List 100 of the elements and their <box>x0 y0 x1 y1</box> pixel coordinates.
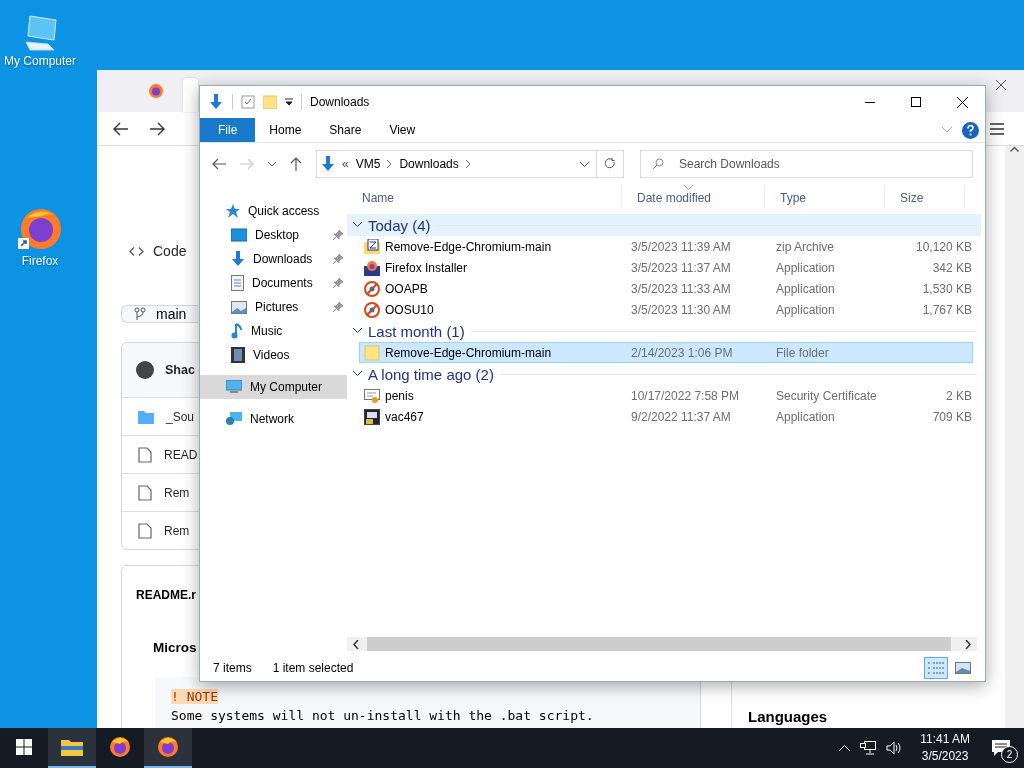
dropdown-icon[interactable] <box>285 98 293 106</box>
refresh-icon <box>604 158 616 170</box>
nav-item[interactable]: Documents <box>200 271 347 295</box>
file-name: vac467 <box>385 409 424 424</box>
ribbon-tab[interactable]: Home <box>255 118 316 142</box>
thumbnail-image-icon <box>955 662 971 674</box>
desktop-icon <box>231 228 247 242</box>
network-icon[interactable] <box>860 741 877 755</box>
date-cell-text: 3/5/2023 11:39 AM <box>630 239 732 254</box>
nav-item[interactable]: Quick access <box>200 199 347 223</box>
scroll-left-icon[interactable] <box>353 639 359 649</box>
file-row[interactable]: Remove-Edge-Chromium-main 2/14/2023 1:06 PM File folder <box>359 342 973 363</box>
up-icon[interactable] <box>290 157 302 171</box>
file-row[interactable]: OOSU10 3/5/2023 11:30 AM Application 1,767 KB <box>359 299 973 320</box>
breadcrumb[interactable]: Downloads <box>399 157 459 171</box>
group-header[interactable]: A long time ago (2) <box>347 363 981 385</box>
speaker-icon[interactable] <box>886 741 903 755</box>
pin-icon[interactable] <box>333 278 343 288</box>
scroll-up-icon[interactable] <box>1010 146 1019 152</box>
collapse-chevron-icon <box>353 371 362 377</box>
download-arrow-icon[interactable] <box>208 94 224 110</box>
nav-item[interactable]: Desktop <box>200 223 347 247</box>
taskbar-app-button[interactable] <box>48 728 96 768</box>
file-icon <box>138 446 152 463</box>
type-cell-text: Application <box>775 281 836 296</box>
collapse-chevron-icon <box>353 328 362 334</box>
nav-item[interactable]: Pictures <box>200 295 347 319</box>
clock[interactable]: 11:41 AM 3/5/2023 <box>912 731 978 765</box>
date-cell-text: 10/17/2022 7:58 PM <box>630 388 741 403</box>
file-row[interactable]: OOAPB 3/5/2023 11:33 AM Application 1,530 KB <box>359 278 973 299</box>
scrollbar[interactable] <box>1005 146 1024 728</box>
pin-icon[interactable] <box>333 254 343 264</box>
pin-icon[interactable] <box>333 302 343 312</box>
file-icon <box>138 484 152 501</box>
file-link[interactable]: Rem <box>164 485 190 500</box>
note-text: Some systems will not un-install with the .bat script. <box>171 708 594 723</box>
column-header[interactable]: Type <box>765 187 885 209</box>
monitor-icon <box>226 380 242 394</box>
scroll-right-icon[interactable] <box>965 639 971 649</box>
music-note-icon <box>231 323 243 339</box>
group-header[interactable]: Today (4) <box>347 214 981 236</box>
ribbon-tab[interactable]: File <box>200 118 256 142</box>
nav-item[interactable]: Downloads <box>200 247 347 271</box>
file-name: penis <box>385 388 414 403</box>
dropdown-icon[interactable] <box>580 161 589 167</box>
file-link[interactable]: READ <box>164 447 198 462</box>
firefox-icon[interactable] <box>148 83 164 99</box>
download-arrow-icon <box>321 156 335 172</box>
close-icon <box>956 96 968 108</box>
file-name: OOSU10 <box>385 302 434 317</box>
back-icon[interactable] <box>113 121 129 136</box>
code-icon <box>129 246 144 256</box>
nav-item[interactable]: Music <box>200 319 347 343</box>
date-cell-text: 3/5/2023 11:30 AM <box>630 302 732 317</box>
type-cell-text: Application <box>775 260 836 275</box>
address-bar[interactable]: « VM5 Downloads <box>316 150 624 178</box>
file-row[interactable]: Firefox Installer 3/5/2023 11:37 AM Application 342 KB <box>359 257 973 278</box>
item-count: 7 items <box>213 661 252 675</box>
search-field[interactable]: Search Downloads <box>640 150 973 178</box>
show-hidden-icons-icon[interactable] <box>839 745 851 751</box>
column-header[interactable]: Name <box>347 187 622 209</box>
document-icon <box>231 275 244 291</box>
nav-item[interactable]: Network <box>200 407 347 431</box>
type-cell-text: Security Certificate <box>775 388 878 403</box>
file-icon <box>138 522 152 539</box>
repo-name: Shac <box>165 363 195 377</box>
action-center-button[interactable]: 2 <box>978 728 1024 768</box>
chevron-icon[interactable] <box>465 160 471 168</box>
properties-icon[interactable] <box>241 95 255 109</box>
file-row[interactable]: vac467 9/2/2022 11:37 AM Application 709 KB <box>359 406 973 427</box>
overflow-chevron[interactable]: « <box>342 157 349 171</box>
file-row[interactable]: Remove-Edge-Chromium-main 3/5/2023 11:39 AM zip Archive 10,120 KB <box>359 236 973 257</box>
collapse-chevron-icon <box>353 222 362 228</box>
close-icon[interactable] <box>996 80 1006 90</box>
nav-item[interactable]: My Computer <box>200 375 347 399</box>
code-tab[interactable]: Code <box>129 243 187 259</box>
column-header[interactable]: Date modified <box>622 187 765 209</box>
nav-item[interactable]: Videos <box>200 343 347 367</box>
chevron-icon[interactable] <box>387 160 393 168</box>
breadcrumb[interactable]: VM5 <box>355 157 381 171</box>
horizontal-scrollbar[interactable] <box>347 637 977 651</box>
size-cell-text: 10,120 KB <box>914 239 972 254</box>
back-icon[interactable] <box>212 158 226 170</box>
ribbon-tab[interactable]: View <box>375 118 430 142</box>
file-link[interactable]: _Sou <box>166 409 195 424</box>
note-label: ! NOTE <box>171 689 218 704</box>
file-row[interactable]: penis 10/17/2022 7:58 PM Security Certificate 2 KB <box>359 385 973 406</box>
recent-locations-icon[interactable] <box>268 161 276 167</box>
file-link[interactable]: Rem <box>164 523 190 538</box>
ribbon-tab[interactable]: Share <box>315 118 376 142</box>
minimize-icon <box>865 101 875 103</box>
help-icon[interactable] <box>962 121 979 139</box>
forward-icon[interactable] <box>149 121 165 136</box>
size-cell-text: 2 KB <box>945 388 972 403</box>
taskbar-app-button[interactable] <box>144 728 192 768</box>
pin-icon[interactable] <box>333 230 343 240</box>
branch-button[interactable]: main <box>121 305 198 323</box>
column-header[interactable]: Size <box>885 187 965 209</box>
menu-icon[interactable] <box>990 122 1004 135</box>
group-header[interactable]: Last month (1) <box>347 320 981 342</box>
